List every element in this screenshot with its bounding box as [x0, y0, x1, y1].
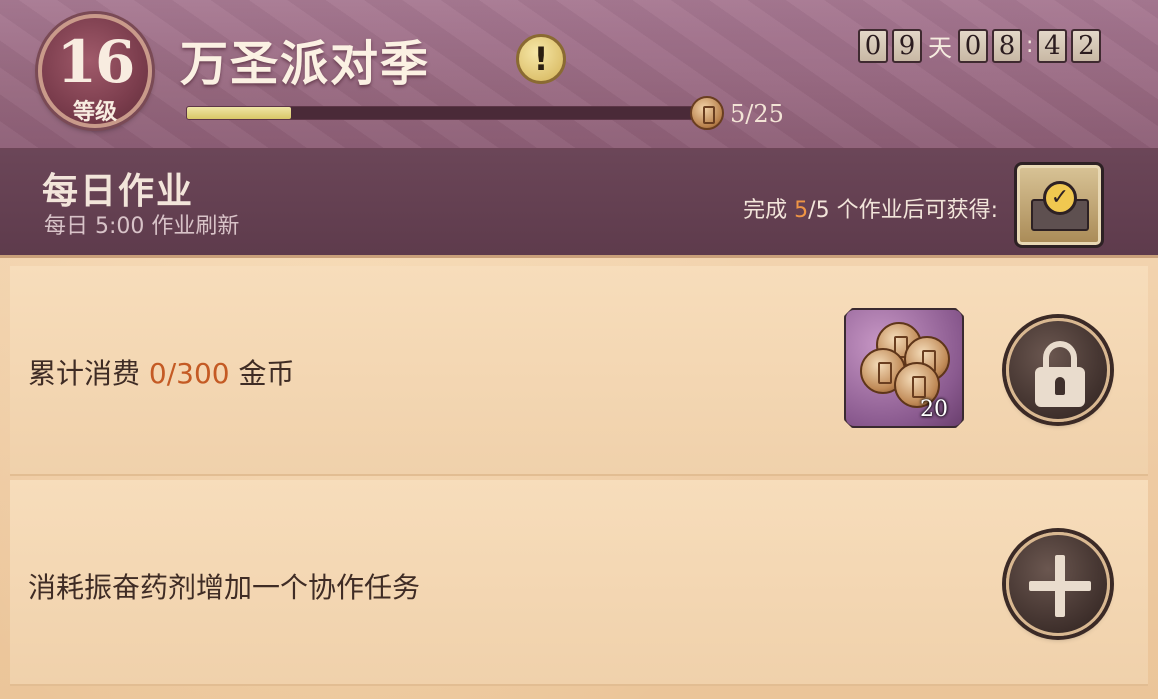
daily-title: 每日作业: [42, 171, 195, 212]
level-badge: 16 等级: [38, 14, 152, 128]
reward-desc-rest: /5 个作业后可获得:: [808, 198, 998, 223]
reward-quantity: 20: [920, 397, 948, 422]
event-header: 16 等级 万圣派对季 ! 5/25 0 9 天 0 8 : 4 2: [0, 0, 1158, 150]
coin-icon: [690, 96, 724, 130]
level-label: 等级: [72, 100, 117, 125]
task-progress-total: /300: [166, 357, 230, 390]
daily-reward-button[interactable]: ✓: [1014, 162, 1104, 248]
check-icon: ✓: [1043, 181, 1077, 215]
reward-item-card[interactable]: 20: [844, 308, 964, 428]
info-icon[interactable]: !: [516, 34, 566, 84]
timer-digit: 4: [1037, 28, 1068, 63]
task-list: 累计消费 0/300 金币 20 消耗振奋药剂增加一个协作任务: [0, 258, 1158, 699]
event-progress-fill: [187, 107, 291, 119]
event-progress-text: 5/25: [730, 100, 784, 128]
daily-reward-desc: 完成 5/5 个作业后可获得:: [743, 192, 998, 224]
timer-digit: 2: [1071, 28, 1102, 63]
timer-separator: :: [1026, 33, 1034, 58]
add-task-button[interactable]: [1006, 532, 1110, 636]
locked-task-button[interactable]: [1006, 318, 1110, 422]
task-label: 消耗振奋药剂增加一个协作任务: [28, 571, 421, 604]
event-title: 万圣派对季: [180, 36, 431, 92]
reward-desc-done: 5: [794, 198, 809, 223]
task-row: 消耗振奋药剂增加一个协作任务: [10, 480, 1148, 686]
event-progress-bar: [186, 106, 706, 120]
timer-digit: 0: [958, 28, 988, 63]
plus-icon-bar: [1029, 581, 1091, 591]
daily-homework-bar: 每日作业 每日 5:00 作业刷新 完成 5/5 个作业后可获得: ✓: [0, 150, 1158, 258]
task-label-prefix: 累计消费: [28, 357, 149, 390]
task-label-suffix: 金币: [229, 357, 295, 390]
timer-digit: 0: [858, 28, 888, 63]
countdown-timer: 0 9 天 0 8 : 4 2: [858, 28, 1105, 63]
level-number: 16: [56, 28, 136, 96]
reward-desc-prefix: 完成: [743, 198, 795, 223]
daily-refresh-note: 每日 5:00 作业刷新: [44, 214, 240, 239]
task-row: 累计消费 0/300 金币 20: [10, 266, 1148, 476]
task-label: 累计消费 0/300 金币: [28, 352, 295, 392]
lock-body: [1035, 367, 1085, 407]
timer-day-unit: 天: [928, 34, 952, 62]
timer-digit: 9: [892, 28, 922, 63]
task-progress-current: 0: [148, 357, 167, 390]
timer-digit: 8: [992, 28, 1022, 63]
